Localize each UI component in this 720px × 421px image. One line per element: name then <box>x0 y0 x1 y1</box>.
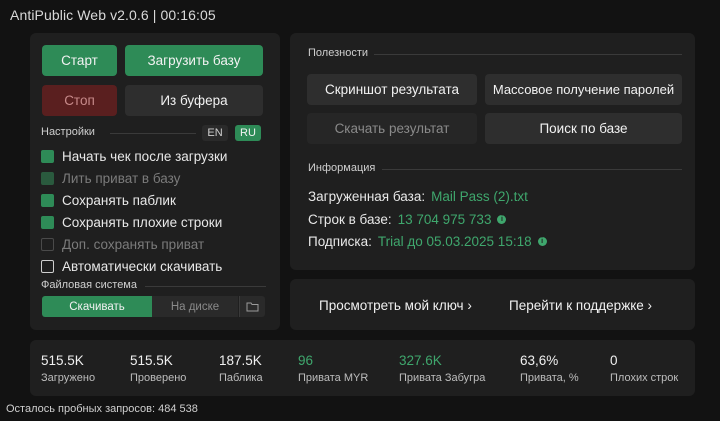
lang-en-button[interactable]: EN <box>202 125 228 141</box>
stat-checked: 515.5K Проверено <box>130 353 186 384</box>
screenshot-result-button[interactable]: Скриншот результата <box>307 74 477 105</box>
trial-requests-remaining: Осталось пробных запросов: 484 538 <box>6 403 198 415</box>
loaded-db-row: Загруженная база: Mail Pass (2).txt <box>308 189 528 204</box>
checkbox-unchecked-icon <box>41 237 54 251</box>
rows-count-row: Строк в базе: 13 704 975 733 i <box>308 212 507 227</box>
loaded-db-value: Mail Pass (2).txt <box>431 189 528 204</box>
fs-download-tab[interactable]: Скачивать <box>42 296 152 317</box>
go-to-support-link[interactable]: Перейти к поддержке › <box>509 298 652 313</box>
stat-value: 0 <box>610 353 618 368</box>
stat-label: Паблика <box>219 372 263 384</box>
filesystem-label: Файловая система <box>41 279 137 291</box>
info-divider <box>382 169 682 170</box>
stat-label: Плохих строк <box>610 372 679 384</box>
start-button[interactable]: Старт <box>42 45 117 76</box>
checkbox-checked-icon <box>41 149 54 163</box>
checkbox-label: Сохранять паблик <box>62 192 176 208</box>
checkbox-checked-icon <box>41 171 54 185</box>
stat-private-myr: 96 Привата MYR <box>298 353 368 384</box>
rows-label: Строк в базе: <box>308 212 392 227</box>
bulk-passwords-button[interactable]: Массовое получение паролей <box>485 74 682 105</box>
info-icon[interactable]: i <box>497 215 507 224</box>
view-my-key-link[interactable]: Просмотреть мой ключ › <box>319 298 472 313</box>
checkbox-label: Лить приват в базу <box>62 170 181 186</box>
info-icon[interactable]: i <box>537 237 547 246</box>
stat-loaded: 515.5K Загружено <box>41 353 95 384</box>
settings-divider <box>110 133 196 134</box>
folder-icon <box>246 302 259 312</box>
chevron-right-icon: › <box>463 298 472 313</box>
stat-public: 187.5K Паблика <box>219 353 263 384</box>
stat-label: Проверено <box>130 372 187 384</box>
fs-on-disk-tab[interactable]: На диске <box>152 296 238 317</box>
stat-value: 327.6K <box>399 353 442 368</box>
checkbox-label: Автоматически скачивать <box>62 258 223 274</box>
stat-value: 515.5K <box>41 353 84 368</box>
from-buffer-button[interactable]: Из буфера <box>125 85 263 116</box>
chevron-right-icon: › <box>643 298 653 313</box>
subscription-label: Подписка: <box>308 234 372 249</box>
stat-value: 63,6% <box>520 353 559 368</box>
stat-label: Привата Забугра <box>399 372 486 384</box>
stat-bad-lines: 0 Плохих строк <box>610 353 678 384</box>
checkbox-label: Начать чек после загрузки <box>62 148 228 164</box>
window-title: AntiPublic Web v2.0.6 | 00:16:05 <box>10 7 216 23</box>
checkbox-label: Доп. сохранять приват <box>62 236 205 252</box>
loaded-db-label: Загруженная база: <box>308 189 426 204</box>
stat-value: 515.5K <box>130 353 173 368</box>
rows-value: 13 704 975 733 <box>397 212 492 227</box>
checkbox-save-bad-lines[interactable]: Сохранять плохие строки <box>41 213 222 231</box>
subscription-row: Подписка: Trial до 05.03.2025 15:18 i <box>308 234 547 249</box>
search-database-button[interactable]: Поиск по базе <box>485 113 682 144</box>
checkbox-save-public[interactable]: Сохранять паблик <box>41 191 176 209</box>
checkbox-label: Сохранять плохие строки <box>62 214 223 230</box>
checkbox-checked-icon <box>41 193 54 207</box>
info-label: Информация <box>308 162 376 174</box>
download-result-button[interactable]: Скачать результат <box>307 113 477 144</box>
utilities-divider <box>374 54 682 55</box>
load-database-button[interactable]: Загрузить базу <box>125 45 263 76</box>
stat-value: 187.5K <box>219 353 262 368</box>
stat-label: Привата MYR <box>298 372 369 384</box>
links-panel: Просмотреть мой ключ › Перейти к поддерж… <box>290 279 695 330</box>
checkbox-unchecked-icon <box>41 259 54 273</box>
checkbox-extra-save-private[interactable]: Доп. сохранять приват <box>41 235 204 253</box>
checkbox-start-after-load[interactable]: Начать чек после загрузки <box>41 147 227 165</box>
open-folder-button[interactable] <box>239 296 265 317</box>
stat-value: 96 <box>298 353 314 368</box>
checkbox-auto-download[interactable]: Автоматически скачивать <box>41 257 222 275</box>
stat-private-percent: 63,6% Привата, % <box>520 353 579 384</box>
filesystem-divider <box>145 286 266 287</box>
stats-panel: 515.5K Загружено 515.5K Проверено 187.5K… <box>30 340 695 396</box>
stat-label: Привата, % <box>520 372 579 384</box>
settings-label: Настройки <box>41 126 95 138</box>
control-panel: Старт Загрузить базу Стоп Из буфера Наст… <box>30 33 280 330</box>
utilities-label: Полезности <box>308 47 368 59</box>
lang-ru-button[interactable]: RU <box>235 125 261 141</box>
stop-button[interactable]: Стоп <box>42 85 117 116</box>
checkbox-checked-icon <box>41 215 54 229</box>
stat-private-abroad: 327.6K Привата Забугра <box>399 353 485 384</box>
checkbox-pour-private[interactable]: Лить приват в базу <box>41 169 180 187</box>
subscription-value: Trial до 05.03.2025 15:18 <box>377 234 532 249</box>
stat-label: Загружено <box>41 372 96 384</box>
utilities-panel: Полезности Скриншот результата Массовое … <box>290 33 695 270</box>
